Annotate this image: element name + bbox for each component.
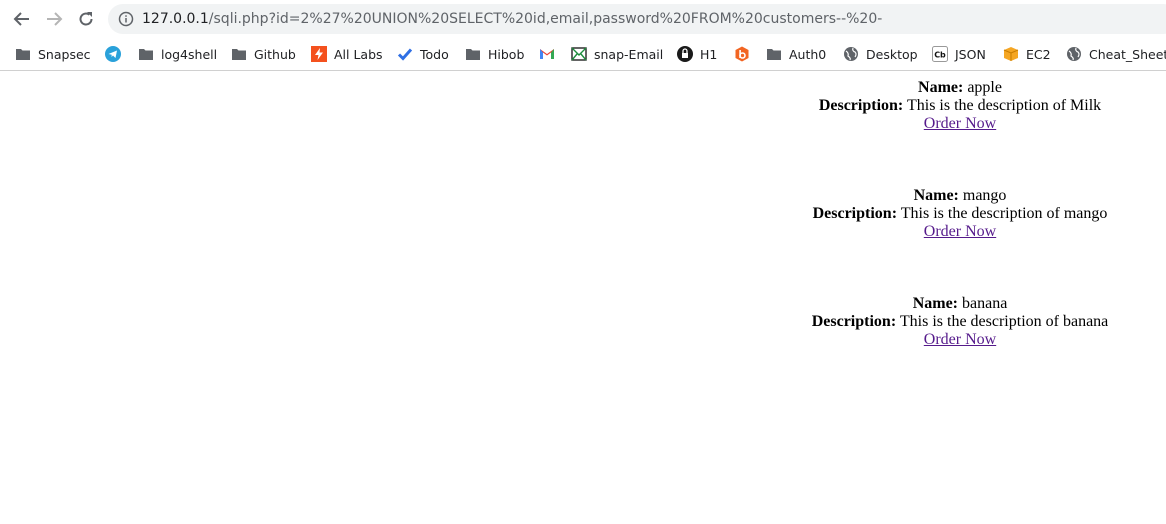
bookmark-hibob[interactable]: Hibob [465, 44, 524, 64]
product-name-line: Name: banana [760, 295, 1160, 313]
cb-icon: Cb [932, 46, 948, 62]
product-name: mango [962, 187, 1007, 204]
name-label: Name: [912, 295, 958, 312]
order-now-link[interactable]: Order Now [924, 115, 996, 132]
forward-button[interactable] [42, 7, 66, 31]
bookmark-label: H1 [700, 46, 718, 62]
folder-icon [231, 46, 247, 62]
mail-icon [571, 46, 587, 62]
product-description: This is the description of banana [899, 313, 1109, 330]
product-description-line: Description: This is the description of … [760, 97, 1160, 115]
back-button[interactable] [10, 7, 34, 31]
bookmark-label: Desktop [866, 46, 918, 62]
bookmark-label: All Labs [334, 46, 383, 62]
name-label: Name: [918, 79, 964, 96]
product-description-line: Description: This is the description of … [760, 205, 1160, 223]
url-path: /sqli.php?id=2%27%20UNION%20SELECT%20id,… [208, 11, 883, 27]
product-name: banana [962, 295, 1008, 312]
bookmark-desktop[interactable]: Desktop [843, 44, 918, 64]
bookmark-snapsec[interactable]: Snapsec [15, 44, 91, 64]
bookmark-all-labs[interactable]: All Labs [311, 44, 383, 64]
address-bar[interactable]: 127.0.0.1/sqli.php?id=2%27%20UNION%20SEL… [108, 4, 1166, 34]
description-label: Description: [812, 205, 898, 222]
bookmark-todo[interactable]: Todo [397, 44, 449, 64]
b-badge-icon [734, 46, 750, 62]
h1-icon [677, 46, 693, 62]
bookmark-label: Cheat_Sheet [1089, 46, 1166, 62]
bookmark-label: Hibob [488, 46, 525, 62]
bookmark-label: Snapsec [38, 46, 91, 62]
product-item: Name: mango Description: This is the des… [760, 187, 1160, 241]
product-description: This is the description of mango [900, 205, 1108, 222]
bookmark-label: Todo [420, 46, 449, 62]
product-description-line: Description: This is the description of … [760, 313, 1160, 331]
bookmark-label: EC2 [1026, 46, 1051, 62]
check-icon [397, 46, 413, 62]
folder-icon [766, 46, 782, 62]
product-name: apple [967, 79, 1002, 96]
bookmark-github[interactable]: Github [231, 44, 296, 64]
description-label: Description: [811, 313, 897, 330]
folder-icon [465, 46, 481, 62]
url-text: 127.0.0.1/sqli.php?id=2%27%20UNION%20SEL… [142, 10, 882, 28]
product-name-line: Name: apple [760, 79, 1160, 97]
bookmark-snap-email[interactable]: snap-Email [571, 44, 663, 64]
product-item: Name: apple Description: This is the des… [760, 79, 1160, 133]
reload-button[interactable] [74, 7, 98, 31]
bookmark-auth0[interactable]: Auth0 [766, 44, 826, 64]
bolt-icon [311, 46, 327, 62]
telegram-icon [105, 46, 121, 62]
bookmark-telegram[interactable] [105, 44, 128, 64]
box-icon [1003, 46, 1019, 62]
site-info-icon[interactable] [118, 11, 134, 27]
bookmark-label: JSON [955, 46, 986, 62]
bookmarks-bar: Snapsec log4shell Github All Labs Todo H… [0, 38, 1166, 71]
folder-icon [15, 46, 31, 62]
page-content: Name: apple Description: This is the des… [0, 71, 1166, 524]
bookmark-h1[interactable]: H1 [677, 44, 717, 64]
bookmark-label: Auth0 [789, 46, 827, 62]
bookmark-ec2[interactable]: EC2 [1003, 44, 1051, 64]
reload-icon [79, 12, 93, 26]
bookmark-label: log4shell [161, 46, 218, 62]
bookmark-label: snap-Email [594, 46, 664, 62]
bookmark-cheat-sheet[interactable]: Cheat_Sheet [1066, 44, 1166, 64]
svg-text:Cb: Cb [934, 51, 946, 60]
order-now-link[interactable]: Order Now [924, 331, 996, 348]
name-label: Name: [913, 187, 959, 204]
forward-arrow-icon [47, 12, 63, 26]
folder-icon [138, 46, 154, 62]
back-arrow-icon [13, 12, 29, 26]
browser-toolbar: 127.0.0.1/sqli.php?id=2%27%20UNION%20SEL… [0, 0, 1166, 38]
globe-icon [1066, 46, 1082, 62]
product-item: Name: banana Description: This is the de… [760, 295, 1160, 349]
bookmark-log4shell[interactable]: log4shell [138, 44, 217, 64]
bookmark-label: Github [254, 46, 296, 62]
gmail-icon [539, 46, 555, 62]
bookmark-json[interactable]: Cb JSON [932, 44, 986, 64]
globe-icon [843, 46, 859, 62]
url-host: 127.0.0.1 [142, 11, 209, 27]
description-label: Description: [818, 97, 904, 114]
order-now-link[interactable]: Order Now [924, 223, 996, 240]
product-description: This is the description of Milk [906, 97, 1102, 114]
product-name-line: Name: mango [760, 187, 1160, 205]
bookmark-gmail[interactable] [539, 44, 562, 64]
bookmark-b-badge[interactable] [734, 44, 757, 64]
